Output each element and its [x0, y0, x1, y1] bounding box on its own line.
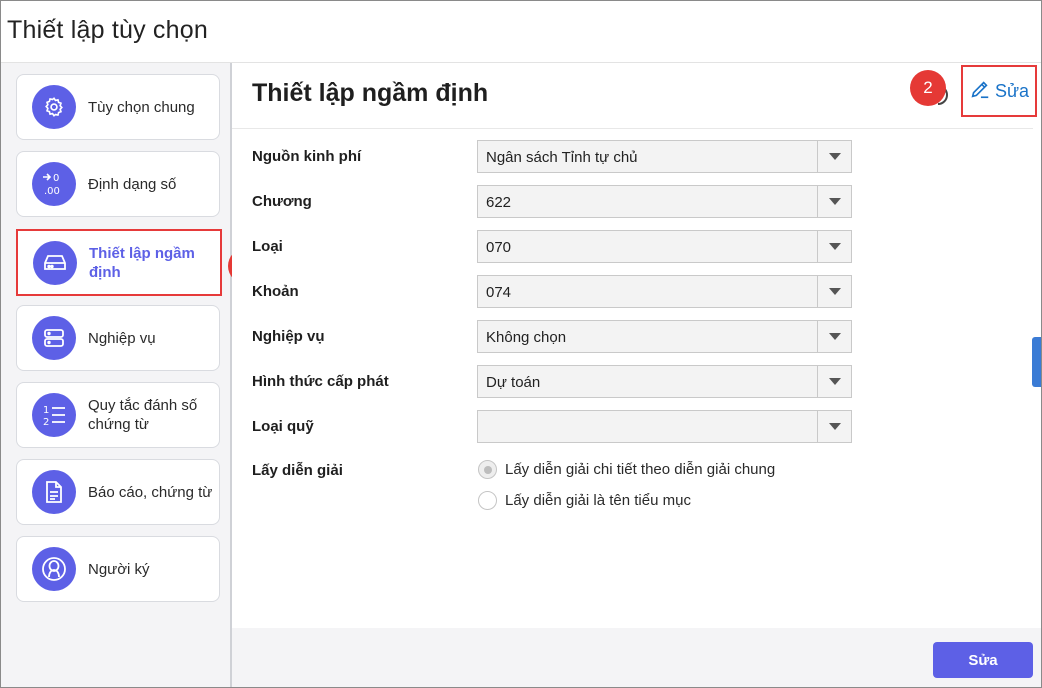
step-badge-2: 2 — [910, 70, 946, 106]
item-select[interactable]: 074 — [477, 275, 852, 308]
sidebar-item-label: Tùy chọn chung — [88, 98, 195, 116]
field-label: Khoản — [252, 283, 299, 300]
select-value: Ngân sách Tỉnh tự chủ — [486, 149, 638, 166]
radio-label: Lấy diễn giải là tên tiểu mục — [505, 492, 691, 509]
footer: Sửa — [232, 628, 1041, 687]
field-fund-type: Loại quỹ — [252, 410, 852, 443]
select-value: 622 — [486, 194, 512, 211]
allocation-method-select[interactable]: Dự toán — [477, 365, 852, 398]
edit-link-label: Sửa — [994, 80, 1030, 101]
title-rule — [232, 128, 1033, 129]
pencil-icon — [969, 78, 991, 105]
field-label: Nghiệp vụ — [252, 328, 325, 345]
field-allocation-method: Hình thức cấp phát Dự toán — [252, 365, 852, 398]
sidebar-item-general-options[interactable]: Tùy chọn chung — [16, 74, 220, 140]
field-type: Loại 070 — [252, 230, 852, 263]
sidebar-item-reports[interactable]: Báo cáo, chứng từ — [16, 459, 220, 525]
type-select[interactable]: 070 — [477, 230, 852, 263]
operation-select[interactable]: Không chọn — [477, 320, 852, 353]
select-value: Không chọn — [486, 329, 567, 346]
edit-button[interactable]: Sửa — [933, 642, 1033, 678]
sidebar-item-numbering-rules[interactable]: 1 2 Quy tắc đánh số chứng từ — [16, 382, 220, 448]
radio-button[interactable] — [478, 491, 497, 510]
sidebar-item-label: Báo cáo, chứng từ — [88, 483, 213, 501]
field-label: Hình thức cấp phát — [252, 373, 389, 390]
select-value: 074 — [486, 284, 512, 301]
server-icon — [32, 316, 76, 360]
select-value: 070 — [486, 239, 512, 256]
field-operation: Nghiệp vụ Không chọn — [252, 320, 852, 353]
field-label: Lấy diễn giải — [252, 462, 343, 479]
numbered-list-icon: 1 2 — [32, 393, 76, 437]
number-format-icon: 0 .00 — [32, 162, 76, 206]
document-icon — [32, 470, 76, 514]
scroll-handle[interactable] — [1032, 337, 1041, 387]
field-funding-source: Nguồn kinh phí Ngân sách Tỉnh tự chủ — [252, 140, 852, 173]
page-title: Thiết lập ngầm định — [252, 79, 489, 107]
svg-text:0: 0 — [53, 173, 59, 184]
field-item: Khoản 074 — [252, 275, 852, 308]
svg-text:2: 2 — [43, 417, 49, 428]
main-panel: Thiết lập ngầm định 2 Sửa Nguồn kinh phí… — [232, 63, 1041, 627]
sidebar-item-default-settings[interactable]: Thiết lập ngầm định — [16, 229, 222, 296]
sidebar-item-number-format[interactable]: 0 .00 Định dạng số — [16, 151, 220, 217]
chapter-select[interactable]: 622 — [477, 185, 852, 218]
user-circle-icon — [32, 547, 76, 591]
sidebar-item-signers[interactable]: Người ký — [16, 536, 220, 602]
description-option-subitem[interactable]: Lấy diễn giải là tên tiểu mục — [478, 491, 691, 510]
radio-button[interactable] — [478, 460, 497, 479]
svg-text:1: 1 — [43, 405, 49, 416]
description-option-detail[interactable]: Lấy diễn giải chi tiết theo diễn giải ch… — [478, 460, 775, 479]
chevron-down-icon[interactable] — [817, 276, 851, 307]
chevron-down-icon[interactable] — [817, 186, 851, 217]
sidebar-item-label: Người ký — [88, 560, 150, 578]
window-title: Thiết lập tùy chọn — [7, 16, 208, 44]
chevron-down-icon[interactable] — [817, 141, 851, 172]
fund-type-select[interactable] — [477, 410, 852, 443]
sidebar-item-label: Định dạng số — [88, 175, 177, 193]
sidebar-item-label: Quy tắc đánh số chứng từ — [88, 397, 198, 433]
chevron-down-icon[interactable] — [817, 411, 851, 442]
funding-source-select[interactable]: Ngân sách Tỉnh tự chủ — [477, 140, 852, 173]
field-chapter: Chương 622 — [252, 185, 852, 218]
gear-icon — [32, 85, 76, 129]
chevron-down-icon[interactable] — [817, 321, 851, 352]
edit-link[interactable]: Sửa — [961, 65, 1037, 117]
drive-icon — [33, 240, 77, 285]
field-label: Loại — [252, 238, 283, 255]
radio-label: Lấy diễn giải chi tiết theo diễn giải ch… — [505, 461, 776, 478]
svg-text:.00: .00 — [44, 186, 60, 197]
sidebar-item-operations[interactable]: Nghiệp vụ — [16, 305, 220, 371]
chevron-down-icon[interactable] — [817, 231, 851, 262]
sidebar-item-label: Nghiệp vụ — [88, 329, 156, 347]
chevron-down-icon[interactable] — [817, 366, 851, 397]
field-label: Chương — [252, 193, 312, 210]
select-value: Dự toán — [486, 374, 541, 391]
field-label: Loại quỹ — [252, 418, 314, 435]
sidebar-item-label: Thiết lập ngầm định — [89, 244, 195, 281]
field-label: Nguồn kinh phí — [252, 148, 362, 165]
